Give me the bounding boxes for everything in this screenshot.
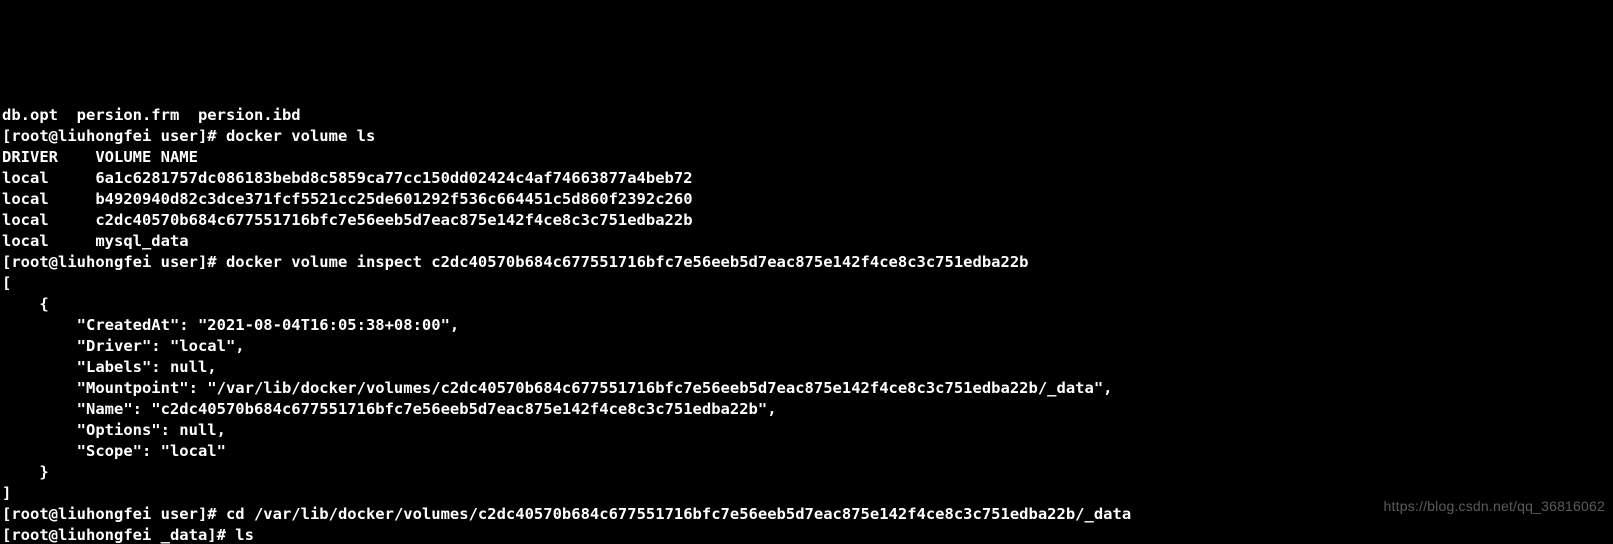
prompt-user: [root@liuhongfei user]# xyxy=(2,505,226,523)
cmd-ls: ls xyxy=(235,526,254,544)
cmd-cd: cd /var/lib/docker/volumes/c2dc40570b684… xyxy=(226,505,1131,523)
volume-ls-row: local 6a1c6281757dc086183bebd8c5859ca77c… xyxy=(2,169,693,187)
cmd-volume-ls: docker volume ls xyxy=(226,127,375,145)
prev-ls-partial: db.opt persion.frm persion.ibd xyxy=(2,106,301,124)
volume-ls-row: local mysql_data xyxy=(2,232,189,250)
volume-ls-row: local c2dc40570b684c677551716bfc7e56eeb5… xyxy=(2,211,693,229)
watermark: https://blog.csdn.net/qq_36816062 xyxy=(1384,496,1605,517)
prompt-user: [root@liuhongfei user]# xyxy=(2,127,226,145)
cmd-volume-inspect: docker volume inspect c2dc40570b684c6775… xyxy=(226,253,1029,271)
volume-ls-header: DRIVER VOLUME NAME xyxy=(2,148,198,166)
prompt-data: [root@liuhongfei _data]# xyxy=(2,526,235,544)
prompt-user: [root@liuhongfei user]# xyxy=(2,253,226,271)
terminal-output[interactable]: db.opt persion.frm persion.ibd [root@liu… xyxy=(0,105,1613,544)
inspect-json: [ { "CreatedAt": "2021-08-04T16:05:38+08… xyxy=(2,274,1112,502)
volume-ls-row: local b4920940d82c3dce371fcf5521cc25de60… xyxy=(2,190,693,208)
